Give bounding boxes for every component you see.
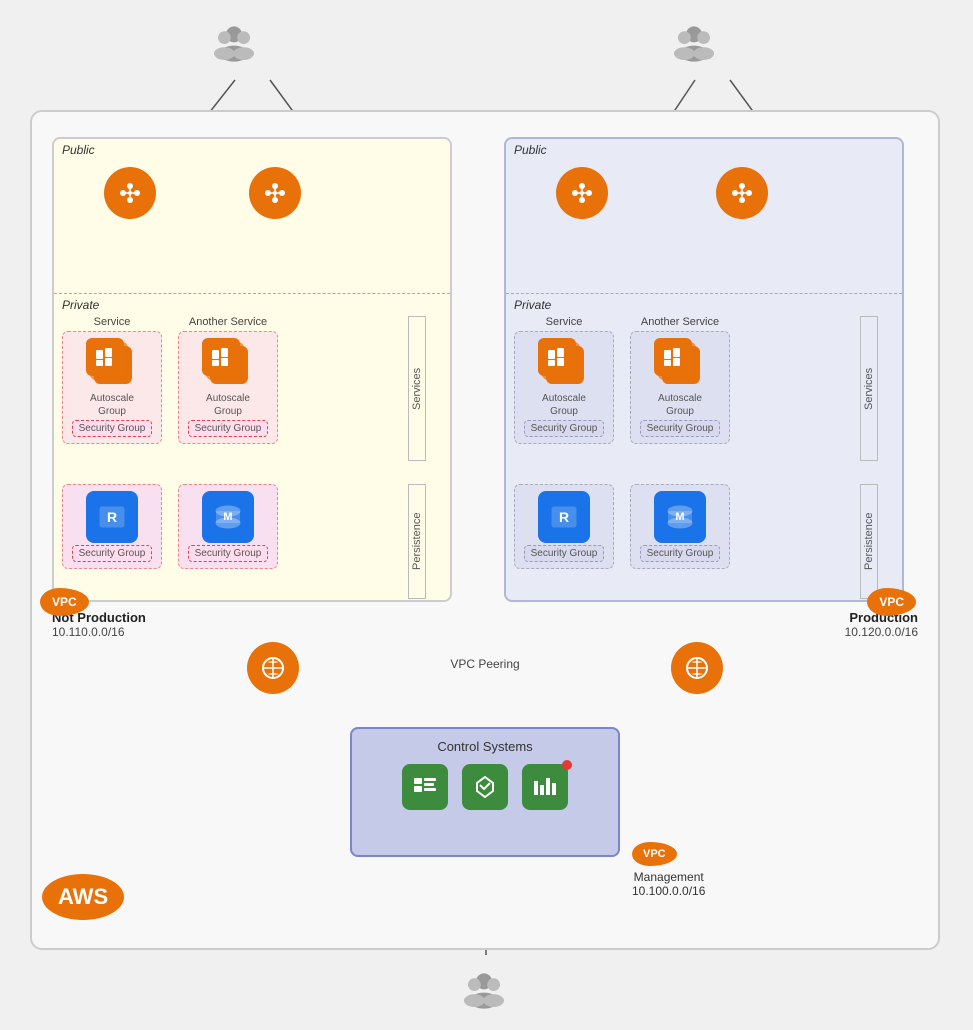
service-right-1: Service: [514, 316, 614, 444]
autoscale-right-1-label: AutoscaleGroup: [542, 392, 586, 418]
service-left-2: Another Service: [178, 316, 278, 444]
elb-right-2: [716, 167, 768, 219]
vpc-right-badge: VPC: [867, 588, 916, 616]
cloudformation-icon: [462, 764, 508, 810]
vpc-left-private-label: Private: [62, 298, 99, 312]
vpc-management-badge: VPC: [632, 842, 677, 866]
service-left-1-title: Service: [94, 316, 131, 328]
elb-left-2: [249, 167, 301, 219]
router-left: [247, 642, 299, 694]
aws-badge: AWS: [42, 874, 124, 920]
autoscale-left-2-icon: [202, 338, 254, 390]
service-left-2-title: Another Service: [189, 316, 267, 328]
opsworks-icon: [402, 764, 448, 810]
svg-text:R: R: [559, 509, 569, 525]
persistence-left-1: R Security Group: [62, 484, 162, 569]
vpc-right: VPC Public: [504, 137, 904, 602]
autoscale-left-1-icon: [86, 338, 138, 390]
user-icon-bottom: [460, 967, 508, 1015]
service-left-1: Service: [62, 316, 162, 444]
vpc-left-services-row: Service: [62, 316, 426, 476]
persistence-right-1-box: R Security Group: [514, 484, 614, 569]
aws-boundary: VPC Public: [30, 110, 940, 950]
vpc-right-services-row: Service: [514, 316, 878, 476]
services-right-label: Services: [860, 316, 878, 461]
vpc-left-persistence-row: R Security Group: [62, 484, 426, 614]
autoscale-left-2-label: AutoscaleGroup: [206, 392, 250, 418]
persistence-left-label: Persistence: [408, 484, 426, 599]
sg-left-1-persistence: Security Group: [72, 545, 153, 562]
vpc-left-private: Private Service: [54, 294, 450, 600]
persistence-right-1: R Security Group: [514, 484, 614, 569]
persistence-right-label: Persistence: [860, 484, 878, 599]
elb-right-1: [556, 167, 608, 219]
autoscale-right-2-icon: [654, 338, 706, 390]
autoscale-right-2-label: AutoscaleGroup: [658, 392, 702, 418]
elasticache-right-icon: M: [654, 491, 706, 543]
sg-left-2-persistence: Security Group: [188, 545, 269, 562]
sg-right-1-service: Security Group: [524, 420, 605, 437]
service-right-1-box: AutoscaleGroup Security Group: [514, 331, 614, 444]
vpc-left-public: Public: [54, 139, 450, 294]
svg-text:M: M: [675, 511, 684, 523]
service-right-2-box: AutoscaleGroup Security Group: [630, 331, 730, 444]
elasticache-left-icon: M: [202, 491, 254, 543]
service-left-1-box: AutoscaleGroup Security Group: [62, 331, 162, 444]
diagram-container: VPC Public: [0, 0, 973, 1030]
vpc-management-name: Management 10.100.0.0/16: [632, 870, 705, 898]
vpc-right-private: Private Service: [506, 294, 902, 600]
svg-text:M: M: [223, 511, 232, 523]
sg-left-1-service: Security Group: [72, 420, 153, 437]
control-systems-box: Control Systems: [350, 727, 620, 857]
vpc-left-public-label: Public: [62, 143, 95, 157]
elb-left-1: [104, 167, 156, 219]
vpc-right-public-label: Public: [514, 143, 547, 157]
sg-right-2-persistence: Security Group: [640, 545, 721, 562]
control-systems-title: Control Systems: [437, 739, 532, 754]
rds-right-icon: R: [538, 491, 590, 543]
persistence-left-2-box: M Security Group: [178, 484, 278, 569]
vpc-peering-label: VPC Peering: [450, 657, 519, 671]
sg-right-1-persistence: Security Group: [524, 545, 605, 562]
sg-left-2-service: Security Group: [188, 420, 269, 437]
service-right-2: Another Service: [630, 316, 730, 444]
service-right-1-title: Service: [546, 316, 583, 328]
rds-left-icon: R: [86, 491, 138, 543]
sg-right-2-service: Security Group: [640, 420, 721, 437]
autoscale-right-1-icon: [538, 338, 590, 390]
services-left-label: Services: [408, 316, 426, 461]
vpc-right-public: Public: [506, 139, 902, 294]
router-right: [671, 642, 723, 694]
user-icon-top-left: [210, 20, 258, 68]
cloudwatch-icon: [522, 764, 568, 810]
persistence-right-2: M Security Group: [630, 484, 730, 569]
vpc-right-persistence-row: R Security Group: [514, 484, 878, 614]
persistence-left-2: M Security Group: [178, 484, 278, 569]
svg-text:R: R: [107, 509, 117, 525]
persistence-left-1-box: R Security Group: [62, 484, 162, 569]
service-right-2-title: Another Service: [641, 316, 719, 328]
service-left-2-box: AutoscaleGroup Security Group: [178, 331, 278, 444]
user-icon-top-right: [670, 20, 718, 68]
vpc-left-badge: VPC: [40, 588, 89, 616]
vpc-right-private-label: Private: [514, 298, 551, 312]
autoscale-left-1-label: AutoscaleGroup: [90, 392, 134, 418]
persistence-right-2-box: M Security Group: [630, 484, 730, 569]
vpc-left: VPC Public: [52, 137, 452, 602]
control-icons-row: [402, 764, 568, 810]
